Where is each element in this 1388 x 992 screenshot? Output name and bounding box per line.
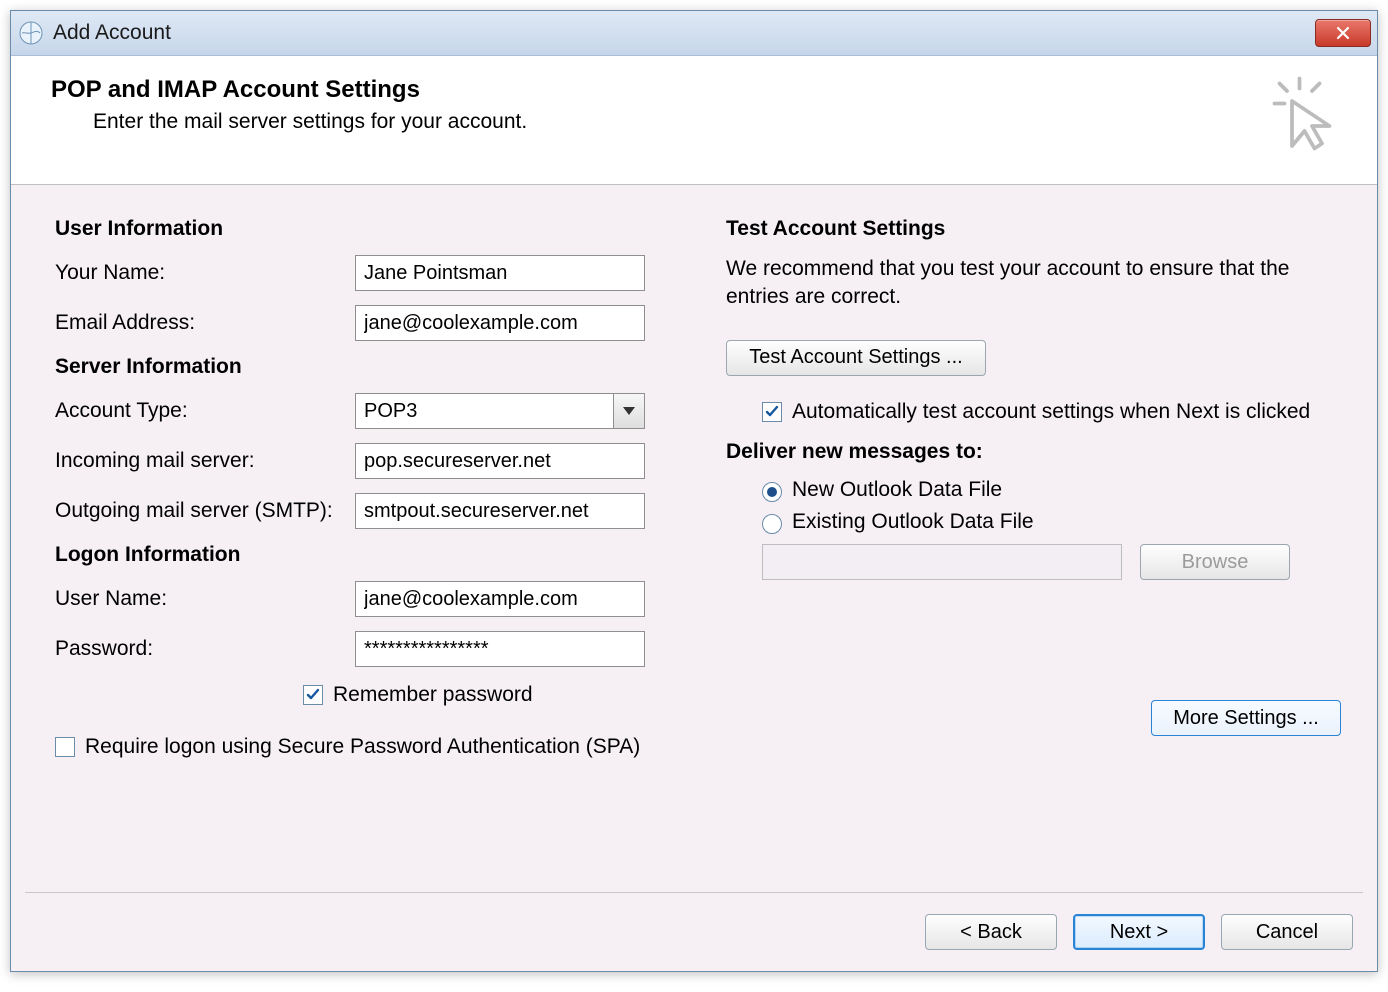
titlebar: Add Account bbox=[11, 11, 1377, 56]
page-subtitle: Enter the mail server settings for your … bbox=[51, 110, 1267, 134]
spa-checkbox[interactable] bbox=[55, 737, 75, 757]
label-incoming-server: Incoming mail server: bbox=[55, 449, 355, 473]
label-outgoing-server: Outgoing mail server (SMTP): bbox=[55, 499, 355, 523]
auto-test-label: Automatically test account settings when… bbox=[792, 398, 1310, 426]
section-user-info: User Information bbox=[55, 217, 676, 241]
label-user-name: User Name: bbox=[55, 587, 355, 611]
deliver-label: Deliver new messages to: bbox=[726, 440, 1347, 464]
label-email: Email Address: bbox=[55, 311, 355, 335]
wizard-footer: < Back Next > Cancel bbox=[11, 893, 1377, 971]
deliver-new-file-label: New Outlook Data File bbox=[792, 478, 1002, 502]
section-logon-info: Logon Information bbox=[55, 543, 676, 567]
test-account-settings-button[interactable]: Test Account Settings ... bbox=[726, 340, 986, 376]
next-button[interactable]: Next > bbox=[1073, 914, 1205, 950]
wizard-header: POP and IMAP Account Settings Enter the … bbox=[11, 56, 1377, 185]
right-column: Test Account Settings We recommend that … bbox=[726, 213, 1347, 882]
more-settings-button[interactable]: More Settings ... bbox=[1151, 700, 1341, 736]
content-area: User Information Your Name: Email Addres… bbox=[11, 185, 1377, 892]
close-button[interactable] bbox=[1315, 19, 1371, 47]
existing-file-path-field bbox=[762, 544, 1122, 580]
label-account-type: Account Type: bbox=[55, 399, 355, 423]
browse-button[interactable]: Browse bbox=[1140, 544, 1290, 580]
incoming-server-field[interactable] bbox=[355, 443, 645, 479]
account-type-select[interactable] bbox=[355, 393, 645, 429]
test-description: We recommend that you test your account … bbox=[726, 255, 1347, 312]
auto-test-checkbox[interactable] bbox=[762, 402, 782, 422]
your-name-field[interactable] bbox=[355, 255, 645, 291]
deliver-existing-file-label: Existing Outlook Data File bbox=[792, 510, 1034, 534]
label-password: Password: bbox=[55, 637, 355, 661]
back-button[interactable]: < Back bbox=[925, 914, 1057, 950]
remember-password-checkbox[interactable] bbox=[303, 685, 323, 705]
password-field[interactable] bbox=[355, 631, 645, 667]
cursor-click-icon bbox=[1267, 76, 1347, 162]
account-type-value[interactable] bbox=[355, 393, 645, 429]
chevron-down-icon bbox=[623, 407, 635, 415]
user-name-field[interactable] bbox=[355, 581, 645, 617]
cancel-button[interactable]: Cancel bbox=[1221, 914, 1353, 950]
window-title: Add Account bbox=[53, 21, 1315, 45]
spa-label: Require logon using Secure Password Auth… bbox=[85, 733, 640, 761]
page-title: POP and IMAP Account Settings bbox=[51, 76, 1267, 104]
label-your-name: Your Name: bbox=[55, 261, 355, 285]
email-field[interactable] bbox=[355, 305, 645, 341]
section-test-settings: Test Account Settings bbox=[726, 217, 1347, 241]
section-server-info: Server Information bbox=[55, 355, 676, 379]
outgoing-server-field[interactable] bbox=[355, 493, 645, 529]
account-type-dropdown-button[interactable] bbox=[613, 394, 644, 428]
deliver-new-file-radio[interactable] bbox=[762, 482, 782, 502]
left-column: User Information Your Name: Email Addres… bbox=[55, 213, 676, 882]
add-account-window: Add Account POP and IMAP Account Setting… bbox=[10, 10, 1378, 972]
app-icon bbox=[19, 21, 43, 45]
deliver-existing-file-radio[interactable] bbox=[762, 514, 782, 534]
remember-password-label: Remember password bbox=[333, 681, 533, 709]
